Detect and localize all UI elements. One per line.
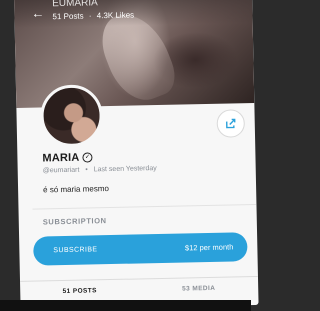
header-stats: 51 Posts · 4.3K Likes	[52, 10, 137, 21]
profile-handle: @eumariart	[42, 166, 80, 175]
subscribe-price: $12 per month	[184, 242, 234, 253]
likes-count: 4.3K Likes	[96, 10, 135, 21]
subscribe-button[interactable]: SUBSCRIBE $12 per month	[33, 232, 248, 266]
subscribe-label: SUBSCRIBE	[53, 246, 98, 255]
profile-name: MARIA	[42, 151, 80, 165]
header-title: EUMARIA	[52, 0, 98, 10]
profile-screen: ← EUMARIA 51 Posts · 4.3K Likes MARIA ✓ …	[14, 0, 259, 310]
profile-bio: é só maria mesmo	[43, 184, 109, 195]
posts-count: 51 Posts	[52, 11, 84, 22]
profile-name-row: MARIA ✓	[42, 151, 93, 165]
share-icon	[226, 118, 236, 129]
share-button[interactable]	[216, 109, 246, 138]
divider	[32, 203, 257, 210]
device-bezel	[0, 300, 251, 311]
meta-separator: •	[85, 166, 88, 174]
divider	[20, 275, 258, 282]
profile-meta: @eumariart • Last seen Yesterday	[43, 165, 157, 174]
subscription-heading: SUBSCRIPTION	[42, 216, 107, 227]
arrow-left-icon[interactable]: ←	[31, 5, 44, 20]
verified-check-icon: ✓	[82, 152, 93, 163]
stats-separator: ·	[88, 11, 92, 21]
last-seen: Last seen Yesterday	[93, 165, 157, 174]
avatar[interactable]	[39, 84, 104, 148]
